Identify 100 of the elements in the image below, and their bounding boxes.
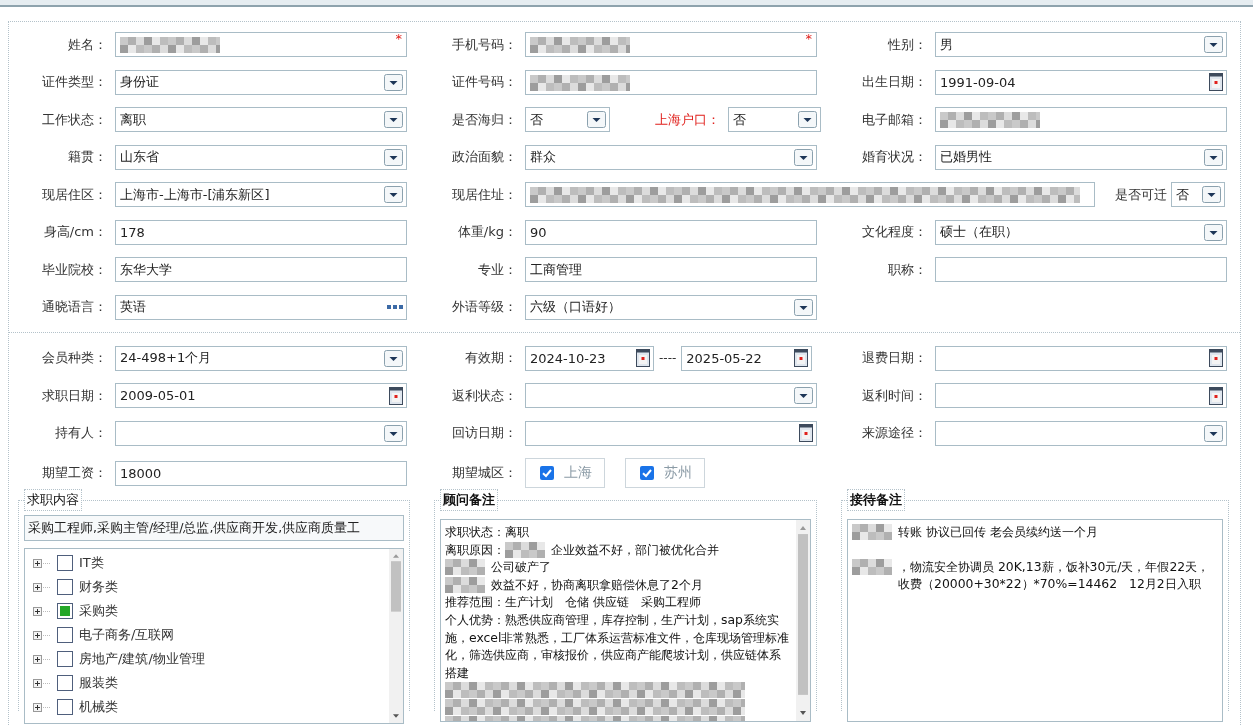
tree-item[interactable]: IT类: [79, 554, 104, 572]
select-field[interactable]: 身份证: [115, 69, 407, 95]
note-text: 推荐范围：生产计划 仓储 供应链 采购工程师: [445, 593, 701, 611]
date-field[interactable]: 1991-09-04: [935, 69, 1227, 95]
field-label: 求职日期：: [41, 386, 107, 405]
field-label: 证件类型：: [41, 73, 107, 91]
date-field[interactable]: [935, 383, 1227, 408]
select-field[interactable]: 男: [935, 32, 1227, 57]
tree-item[interactable]: 采购类: [79, 602, 118, 620]
field-label: 证件号码：: [451, 73, 517, 91]
expand-icon[interactable]: [33, 630, 51, 640]
note-text: 公司破产了: [491, 558, 551, 576]
tree-item[interactable]: 服装类: [79, 674, 118, 692]
panel-title: 接待备注: [847, 489, 905, 511]
select-field[interactable]: 否: [728, 107, 821, 132]
calendar-icon[interactable]: [1209, 73, 1223, 91]
field-label: 姓名：: [67, 35, 107, 54]
input-field[interactable]: 90: [525, 219, 817, 245]
input-field[interactable]: 178: [115, 219, 407, 245]
checkbox[interactable]: [57, 555, 73, 571]
scrollbar[interactable]: [796, 520, 810, 721]
field-label: 现居住区：: [41, 185, 107, 204]
input-field[interactable]: *: [115, 32, 407, 57]
select-field[interactable]: 山东省: [115, 144, 407, 170]
checkbox[interactable]: [57, 651, 73, 667]
date-field[interactable]: 2024-10-23: [525, 345, 654, 371]
range-separator: ----: [659, 351, 677, 365]
select-field[interactable]: 已婚男性: [935, 144, 1227, 170]
notes-box[interactable]: 转账 协议已回传 老会员续约送一个月 ，物流安全协调员 20K,13薪，饭补30元/天，年假22天，收费（20000+30*22）*70%=14462 12月2日入职: [847, 519, 1223, 722]
date-field[interactable]: 2025-05-22: [681, 345, 813, 371]
expand-icon[interactable]: [33, 606, 51, 616]
input-field[interactable]: [525, 182, 1095, 207]
select-field[interactable]: [935, 420, 1227, 446]
field-label: 有效期：: [464, 349, 517, 367]
field-label: 籍贯：: [67, 148, 107, 166]
required-mark: *: [395, 33, 402, 46]
checkbox[interactable]: [640, 466, 654, 480]
date-field[interactable]: 2009-05-01: [115, 383, 407, 408]
input-field[interactable]: [525, 69, 817, 95]
select-field[interactable]: 24-498+1个月: [115, 345, 407, 371]
checkbox[interactable]: [540, 466, 554, 480]
select-field[interactable]: 群众: [525, 144, 817, 170]
expand-icon[interactable]: [33, 678, 51, 688]
lookup-field[interactable]: 英语: [115, 294, 407, 320]
tree-item[interactable]: 房地产/建筑/物业管理: [79, 650, 205, 668]
calendar-icon[interactable]: [794, 349, 809, 367]
notes-box[interactable]: 求职状态：离职 离职原因： 企业效益不好，部门被优化合并 公司破产了 效益不好，协商离职拿赔偿休息了2个月 推荐范围：生产计划 仓储 供应链 采购工程师 个人优势：熟悉供应商管理，库存控制，生产计划，sap系统实施，excel非常熟悉，工厂体系运营标准文件，仓库现场管理标准化，筛选供应商，审核报价，供应商产能爬坡计划，供应链体系搭建: [440, 519, 811, 722]
input-field[interactable]: [935, 257, 1227, 282]
date-field[interactable]: [525, 420, 817, 446]
field-label: 持有人：: [54, 424, 107, 442]
field-label: 性别：: [887, 35, 927, 54]
calendar-icon[interactable]: [636, 349, 650, 367]
note-text: 企业效益不好，部门被优化合并: [551, 540, 719, 559]
expand-icon[interactable]: [33, 558, 51, 568]
checkbox[interactable]: [57, 699, 73, 715]
expand-icon[interactable]: [33, 654, 51, 664]
checkbox[interactable]: [57, 579, 73, 595]
field-label: 退费日期：: [861, 349, 927, 367]
field-label: 期望城区：: [451, 464, 517, 482]
select-field[interactable]: 否: [1171, 182, 1225, 207]
field-label: 会员种类：: [41, 349, 107, 367]
expand-icon[interactable]: [33, 702, 51, 712]
tree-item[interactable]: 机械类: [79, 698, 118, 716]
selected-jobs-field[interactable]: 采购工程师,采购主管/经理/总监,供应商开发,供应商质量工: [24, 515, 404, 541]
ellipsis-icon[interactable]: [387, 304, 403, 310]
select-field[interactable]: 上海市-上海市-[浦东新区]: [115, 182, 407, 207]
scrollbar[interactable]: [389, 549, 403, 723]
checkbox[interactable]: [57, 675, 73, 691]
checkbox[interactable]: [57, 627, 73, 643]
select-field[interactable]: [525, 383, 817, 408]
select-field[interactable]: 硕士（在职）: [935, 219, 1227, 245]
input-field[interactable]: 工商管理: [525, 257, 817, 282]
select-field[interactable]: 六级（口语好）: [525, 294, 817, 320]
field-label: 手机号码：: [451, 35, 517, 54]
calendar-icon[interactable]: [1209, 349, 1223, 367]
field-label: 通晓语言：: [41, 298, 107, 316]
input-field[interactable]: 东华大学: [115, 257, 407, 282]
field-label: 回访日期：: [451, 424, 517, 442]
tree-item[interactable]: 财务类: [79, 578, 118, 596]
calendar-icon[interactable]: [799, 424, 813, 442]
input-field[interactable]: [935, 107, 1227, 132]
expand-icon[interactable]: [33, 582, 51, 592]
field-label: 出生日期：: [861, 73, 927, 91]
field-label: 是否可迁: [1114, 185, 1167, 204]
field-label: 身高/cm：: [42, 223, 107, 241]
field-label: 专业：: [477, 260, 517, 279]
select-field[interactable]: 离职: [115, 107, 407, 132]
field-label: 婚育状况：: [861, 148, 927, 166]
date-field[interactable]: [935, 345, 1227, 371]
calendar-icon[interactable]: [1209, 386, 1223, 405]
select-field[interactable]: 否: [525, 107, 610, 132]
checkbox[interactable]: [57, 603, 73, 619]
calendar-icon[interactable]: [389, 386, 403, 405]
field-label: 工作状态：: [41, 110, 107, 129]
input-field[interactable]: 18000: [115, 460, 407, 486]
field-label: 电子邮箱：: [861, 110, 927, 129]
input-field[interactable]: *: [525, 32, 817, 57]
field-label: 上海户口：: [654, 110, 720, 129]
tree-item[interactable]: 电子商务/互联网: [79, 626, 175, 644]
select-field[interactable]: [115, 420, 407, 446]
